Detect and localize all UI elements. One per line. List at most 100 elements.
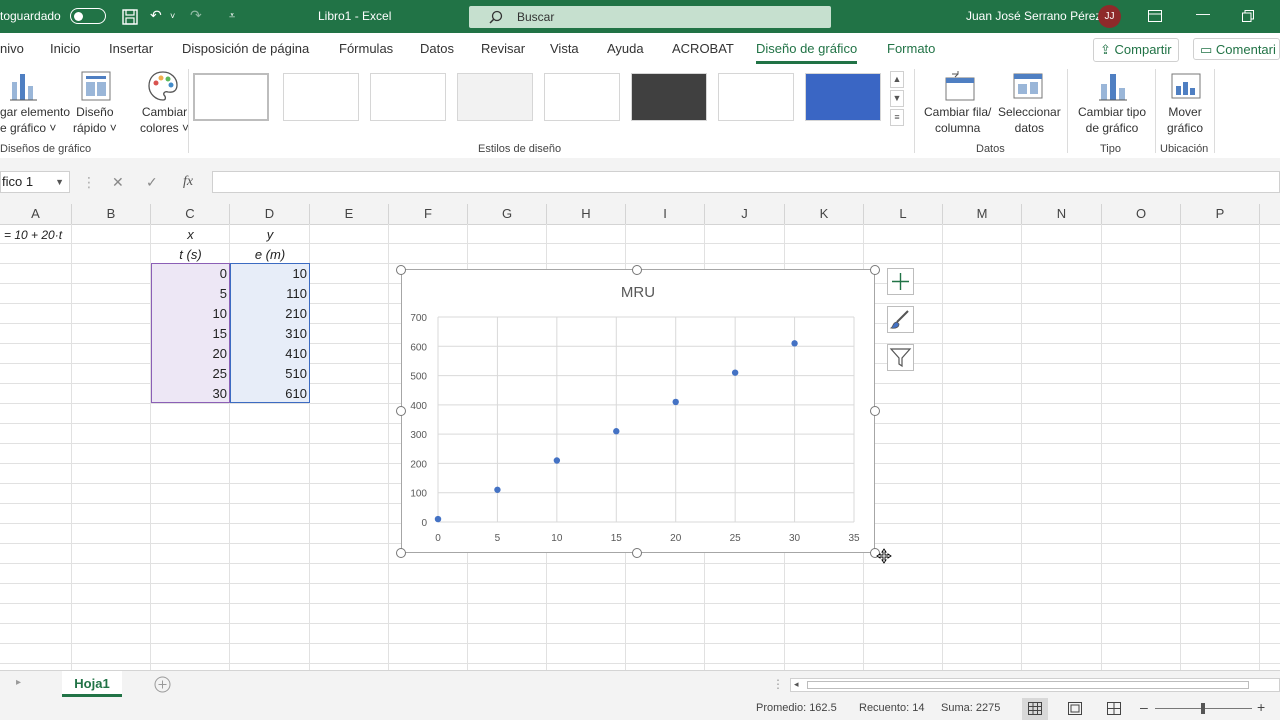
horizontal-scrollbar[interactable]: ◂	[790, 678, 1280, 692]
tab-inicio[interactable]: Inicio	[50, 41, 80, 56]
insert-function-icon[interactable]: fx	[183, 174, 193, 190]
chart-styles-button[interactable]	[887, 306, 914, 333]
tab-archivo[interactable]: nivo	[0, 41, 24, 56]
cell-d2[interactable]: e (m)	[230, 245, 310, 265]
enter-icon[interactable]: ✓	[146, 174, 158, 191]
splitter-icon[interactable]: ⋮	[772, 677, 784, 691]
switch-row-col-icon[interactable]	[944, 70, 976, 102]
undo-dropdown-icon[interactable]: ˅	[170, 11, 175, 21]
data-point[interactable]	[553, 457, 561, 464]
gallery-more-button[interactable]: ≡	[890, 109, 904, 126]
chart-style-5[interactable]	[544, 73, 620, 121]
column-header[interactable]: I	[626, 204, 705, 224]
cell-c2[interactable]: t (s)	[151, 245, 230, 265]
add-sheet-icon[interactable]	[154, 676, 171, 693]
move-chart-icon[interactable]	[1170, 70, 1202, 102]
sheet-tab-hoja1[interactable]: Hoja1	[62, 671, 122, 697]
column-header[interactable]: M	[943, 204, 1022, 224]
ribbon-display-icon[interactable]	[1148, 10, 1162, 22]
column-header[interactable]: A	[0, 204, 72, 224]
table-cell-t[interactable]: 0	[151, 264, 227, 284]
column-header[interactable]: H	[547, 204, 626, 224]
zoom-in-icon[interactable]: +	[1257, 699, 1265, 715]
add-element-label[interactable]: gar elemento e gráfico ˅	[0, 104, 70, 136]
table-cell-t[interactable]: 30	[151, 384, 227, 404]
data-point[interactable]	[672, 398, 679, 406]
column-header[interactable]: G	[468, 204, 547, 224]
gallery-up-button[interactable]: ▲	[890, 71, 904, 88]
column-header[interactable]: E	[310, 204, 389, 224]
tab-ayuda[interactable]: Ayuda	[607, 41, 644, 56]
data-point[interactable]	[434, 515, 442, 523]
quick-layout-label[interactable]: Diseño rápido ˅	[73, 104, 117, 136]
search-box[interactable]: Buscar	[469, 6, 831, 28]
table-cell-t[interactable]: 5	[151, 284, 227, 304]
share-button[interactable]: ⇪ Compartir	[1093, 38, 1179, 62]
scrollbar-thumb[interactable]	[807, 681, 1249, 689]
column-header[interactable]: J	[705, 204, 785, 224]
resize-handle[interactable]	[870, 265, 880, 275]
chart-style-7[interactable]	[718, 73, 794, 121]
table-cell-e[interactable]: 10	[230, 264, 307, 284]
data-point[interactable]	[494, 486, 501, 493]
add-element-icon[interactable]	[10, 70, 38, 102]
chart-style-3[interactable]	[370, 73, 446, 121]
chart-style-1[interactable]	[193, 73, 269, 121]
table-cell-t[interactable]: 20	[151, 344, 227, 364]
move-chart-label[interactable]: Mover gráfico	[1167, 104, 1203, 136]
resize-handle[interactable]	[632, 265, 642, 275]
scatter-chart[interactable]: MRU 0 100 200 300 400 500 600 700 0 5 10 15 20 25 30 3…	[402, 270, 874, 552]
column-header[interactable]: B	[72, 204, 151, 224]
column-header[interactable]: C	[151, 204, 230, 224]
table-cell-e[interactable]: 210	[230, 304, 307, 324]
select-data-icon[interactable]	[1012, 70, 1044, 102]
restore-icon[interactable]	[1242, 10, 1254, 22]
select-data-label[interactable]: Seleccionar datos	[998, 104, 1061, 136]
column-header[interactable]: O	[1102, 204, 1181, 224]
comments-button[interactable]: ▭ Comentari	[1193, 38, 1280, 60]
column-header[interactable]: K	[785, 204, 864, 224]
table-cell-t[interactable]: 25	[151, 364, 227, 384]
minimize-icon[interactable]: —	[1196, 5, 1210, 21]
chart-elements-button[interactable]	[887, 268, 914, 295]
data-point[interactable]	[613, 428, 620, 435]
switch-row-col-label[interactable]: Cambiar fila/ columna	[924, 104, 991, 136]
page-break-icon[interactable]	[1107, 702, 1121, 715]
table-cell-t[interactable]: 15	[151, 324, 227, 344]
column-header[interactable]: F	[389, 204, 468, 224]
quick-layout-icon[interactable]	[80, 70, 112, 102]
data-point[interactable]	[791, 340, 798, 347]
tab-formulas[interactable]: Fórmulas	[339, 41, 393, 56]
resize-handle[interactable]	[632, 548, 642, 558]
autosave-toggle[interactable]	[70, 8, 106, 24]
data-point[interactable]	[731, 369, 739, 376]
resize-handle[interactable]	[870, 406, 880, 416]
name-box[interactable]: fico 1 ▼	[0, 171, 70, 193]
tab-diseno-grafico[interactable]: Diseño de gráfico	[756, 41, 858, 64]
column-header[interactable]: D	[230, 204, 310, 224]
cell-d1[interactable]: y	[230, 225, 310, 245]
change-colors-label[interactable]: Cambiar colores ˅	[140, 104, 189, 136]
name-box-dropdown-icon[interactable]: ▼	[55, 172, 64, 192]
resize-handle[interactable]	[396, 265, 406, 275]
chart-style-8[interactable]	[805, 73, 881, 121]
resize-handle[interactable]	[396, 548, 406, 558]
column-header[interactable]: N	[1022, 204, 1102, 224]
tab-revisar[interactable]: Revisar	[481, 41, 525, 56]
redo-icon[interactable]: ↷	[190, 7, 202, 24]
chart-area[interactable]: MRU 0 100 200 300 400 500 600 700 0 5 10 15 20 25 30 3…	[401, 269, 875, 553]
table-cell-e[interactable]: 610	[230, 384, 307, 404]
chart-style-2[interactable]	[283, 73, 359, 121]
cell-c1[interactable]: x	[151, 225, 230, 245]
column-header[interactable]: P	[1181, 204, 1260, 224]
table-cell-e[interactable]: 310	[230, 324, 307, 344]
customize-icon[interactable]: ⩡	[229, 10, 235, 23]
table-cell-e[interactable]: 510	[230, 364, 307, 384]
column-header[interactable]: L	[864, 204, 943, 224]
undo-icon[interactable]: ↶	[150, 7, 162, 24]
cell-a1[interactable]: = 10 + 20·t	[4, 225, 62, 245]
palette-icon[interactable]	[147, 70, 179, 102]
change-type-icon[interactable]	[1097, 70, 1129, 102]
tab-disposicion[interactable]: Disposición de página	[182, 41, 309, 56]
tab-datos[interactable]: Datos	[420, 41, 454, 56]
